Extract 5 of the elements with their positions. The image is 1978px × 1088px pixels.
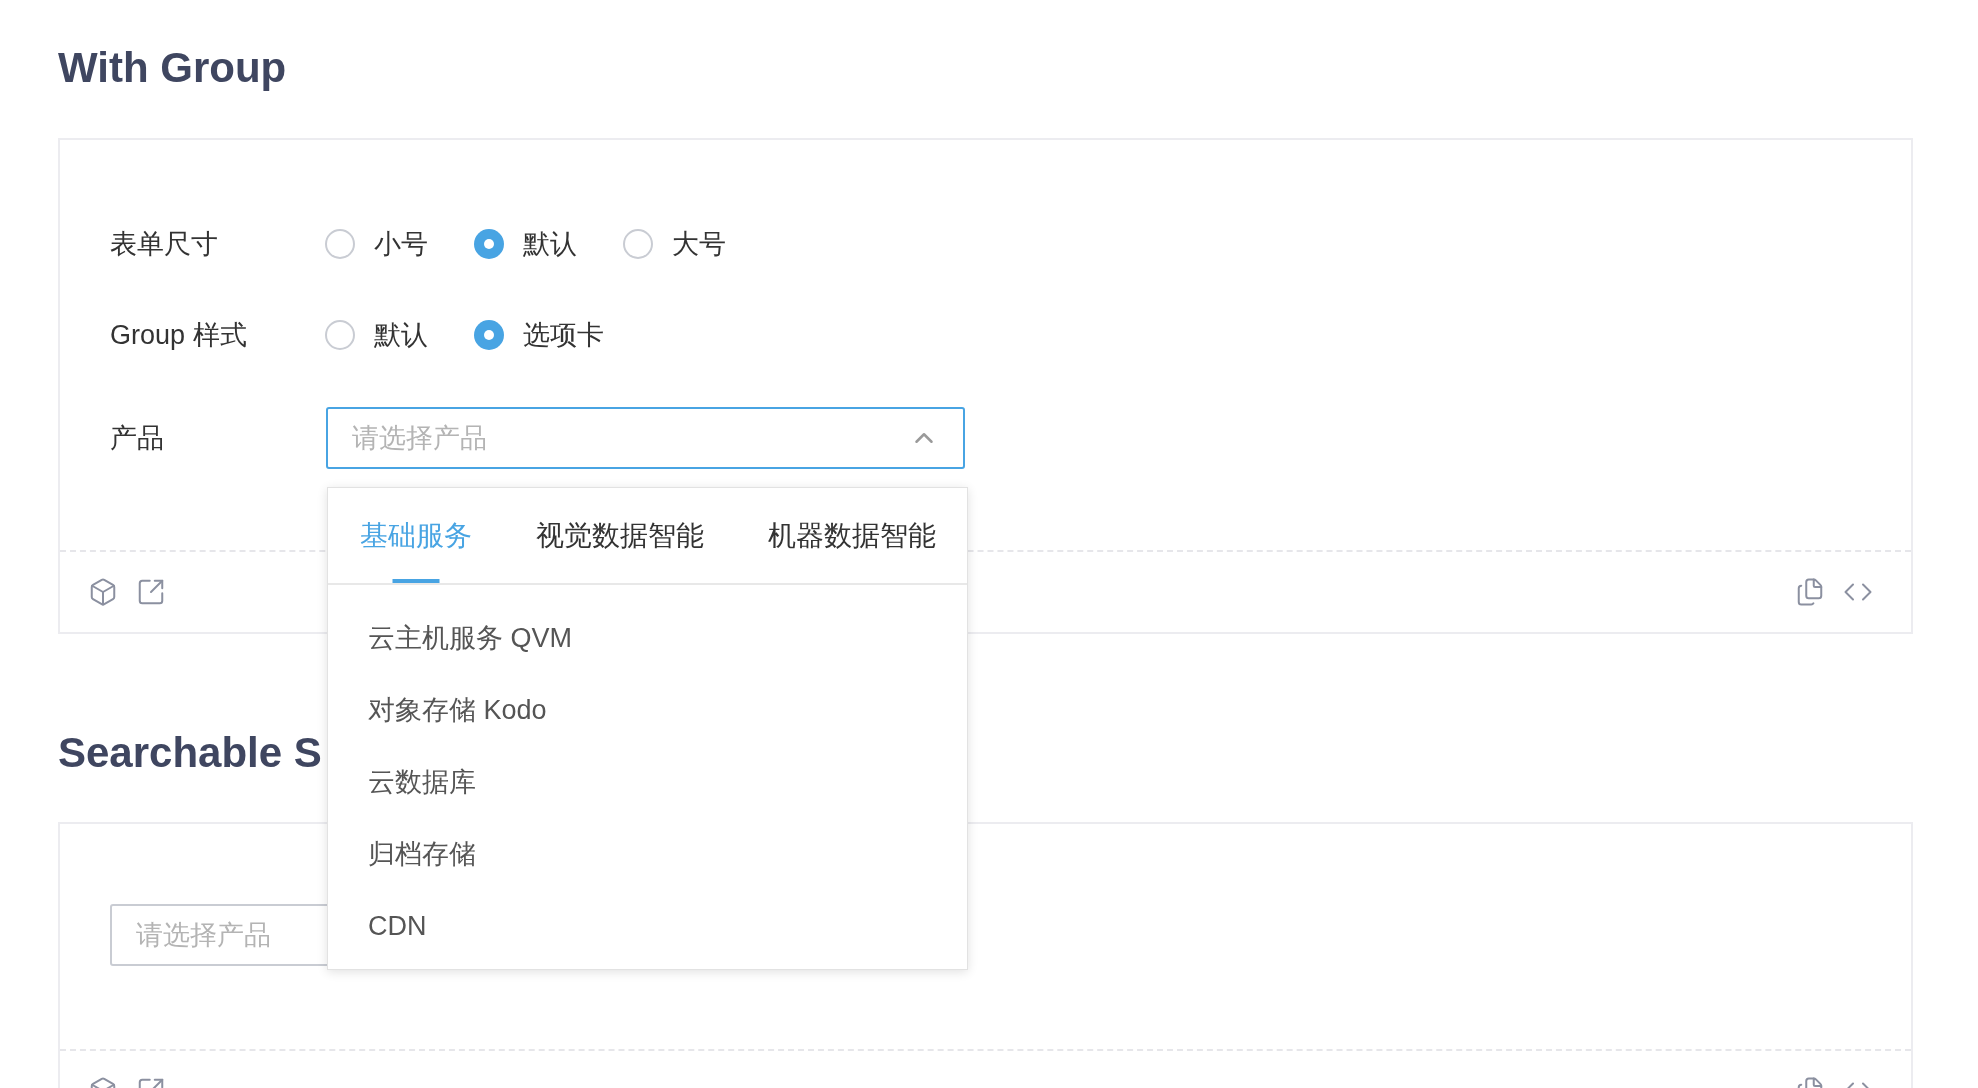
section-title: With Group — [58, 43, 287, 93]
form-label: 表单尺寸 — [110, 227, 219, 261]
form-label: Group 样式 — [110, 318, 248, 352]
form-label: 产品 — [110, 421, 165, 455]
section-title: Searchable S — [58, 728, 322, 778]
